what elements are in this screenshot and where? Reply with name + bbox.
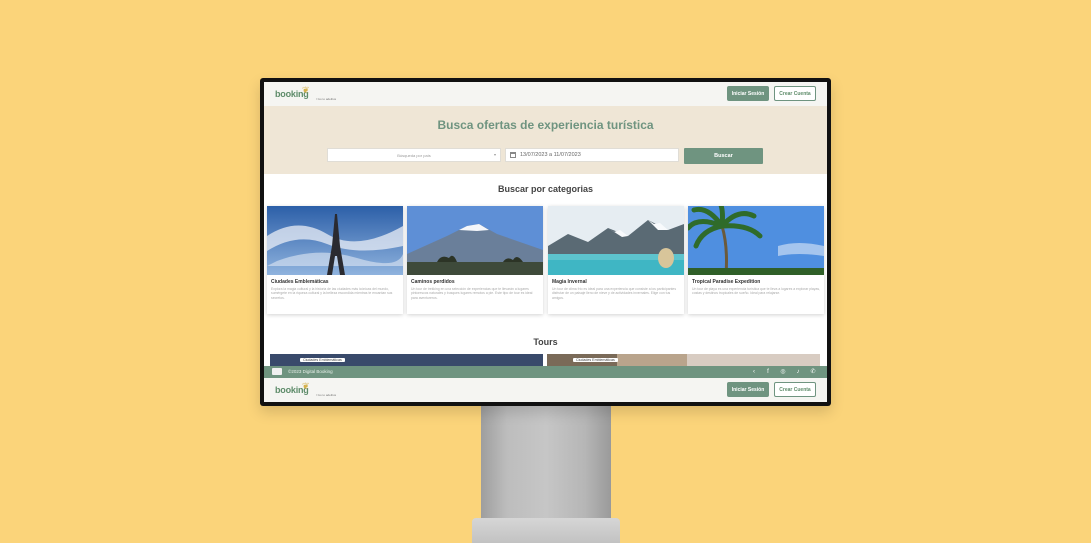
country-select[interactable]: Búsqueda por país ▾: [327, 148, 501, 162]
login-button[interactable]: Iniciar Sesión: [727, 86, 769, 101]
facebook-icon[interactable]: f: [764, 368, 772, 376]
tours-title: Tours: [533, 337, 558, 347]
calendar-icon: [510, 152, 516, 158]
tour-tag: Ciudades Emblemáticas: [573, 358, 618, 362]
share-icon[interactable]: ‹: [750, 368, 758, 376]
create-account-button[interactable]: Crear Cuenta: [774, 86, 816, 101]
category-card[interactable]: Ciudades Emblemáticas Explora la magia c…: [267, 206, 403, 314]
category-image-mountain: [407, 206, 543, 275]
category-card[interactable]: Caminos perdidos Un tour de trekking en …: [407, 206, 543, 314]
instagram-icon[interactable]: ◎: [779, 368, 787, 376]
footer-logo: [272, 368, 282, 375]
palm-icon: ❦: [302, 85, 310, 95]
category-description: Un tour de clima frío es ideal para una …: [552, 287, 677, 300]
category-card[interactable]: Tropical Paradise Expedition Un tour de …: [688, 206, 824, 314]
logo-tagline: / Go to adelitus: [316, 97, 337, 101]
logo-tagline: / Go to adelitus: [316, 393, 337, 397]
category-description: Explora la magia cultural y la historia …: [271, 287, 393, 300]
category-card[interactable]: Magia Invernal Un tour de clima frío es …: [548, 206, 684, 314]
hero-search: Busca ofertas de experiencia turística B…: [264, 106, 827, 174]
footer-copyright: ©2023 Digital Booking: [288, 369, 333, 374]
tour-tag: Ciudades Emblemáticas: [300, 358, 345, 362]
category-name: Magia Invernal: [552, 279, 587, 285]
login-button[interactable]: Iniciar Sesión: [727, 382, 769, 397]
site-footer: ©2023 Digital Booking ‹ f ◎ ♪ ✆: [264, 366, 827, 378]
tiktok-icon[interactable]: ♪: [794, 368, 802, 376]
category-description: Un tour de playa es una experiencia turí…: [692, 287, 820, 296]
whatsapp-icon[interactable]: ✆: [809, 368, 817, 376]
category-name: Caminos perdidos: [411, 279, 455, 285]
monitor: booking ❦ / Go to adelitus Iniciar Sesió…: [260, 78, 831, 406]
category-image-tropical: [688, 206, 824, 275]
search-button[interactable]: Buscar: [684, 148, 763, 164]
screen: booking ❦ / Go to adelitus Iniciar Sesió…: [264, 82, 827, 402]
category-name: Tropical Paradise Expedition: [692, 279, 761, 285]
country-placeholder: Búsqueda por país: [397, 152, 431, 158]
create-account-button[interactable]: Crear Cuenta: [774, 382, 816, 397]
date-range-input[interactable]: 13/07/2023 a 11/07/2023: [505, 148, 679, 162]
category-image-winter: [548, 206, 684, 275]
monitor-stand-base: [472, 518, 620, 543]
hero-title: Busca ofertas de experiencia turística: [437, 118, 654, 132]
chevron-down-icon: ▾: [493, 152, 496, 157]
palm-icon: ❦: [302, 381, 310, 391]
site-header: booking ❦ / Go to adelitus Iniciar Sesió…: [264, 82, 827, 107]
categories-title: Buscar por categorias: [497, 184, 594, 194]
category-image-eiffel: [267, 206, 403, 275]
site-header-secondary: booking ❦ / Go to adelitus Iniciar Sesió…: [264, 378, 827, 402]
category-description: Un tour de trekking en una selección de …: [411, 287, 533, 300]
category-name: Ciudades Emblemáticas: [271, 279, 329, 285]
date-range-value: 13/07/2023 a 11/07/2023: [520, 152, 581, 158]
